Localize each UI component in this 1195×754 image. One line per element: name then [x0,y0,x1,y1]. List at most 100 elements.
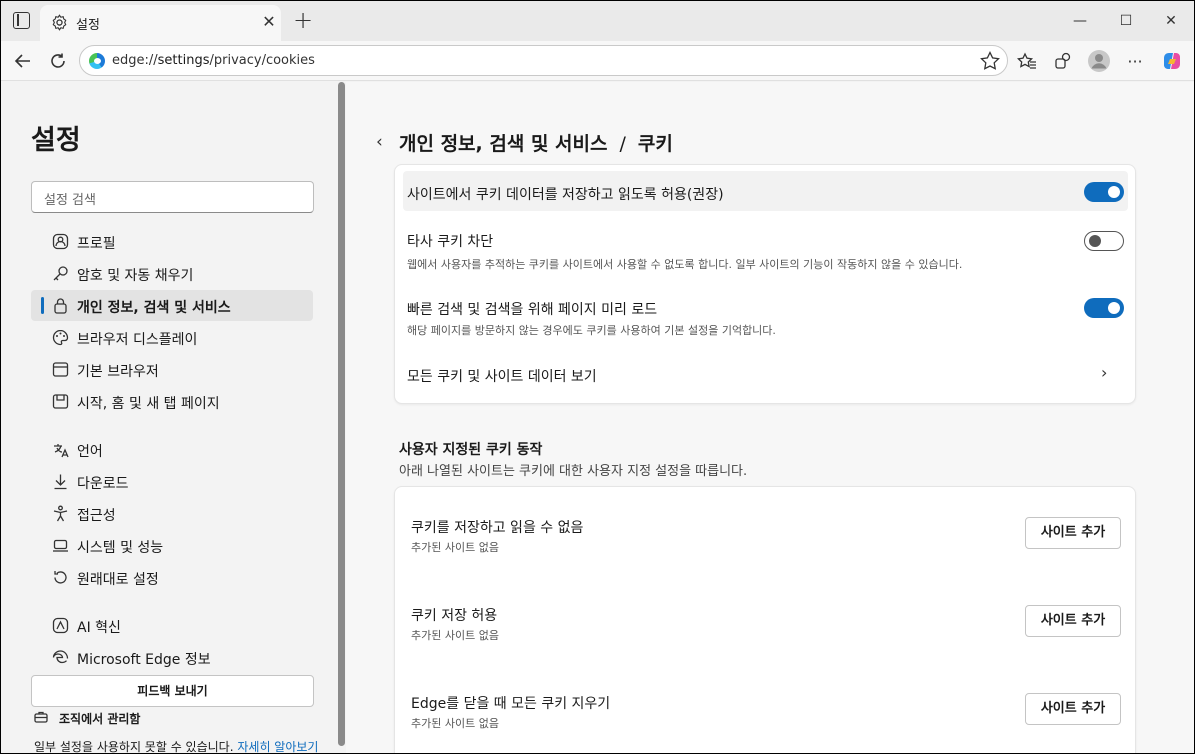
rule-status: 추가된 사이트 없음 [411,629,499,642]
breadcrumb: 개인 정보, 검색 및 서비스 / 쿠키 [399,129,673,156]
sidebar-item-downloads[interactable]: 다운로드 [31,466,313,497]
sidebar-item-label: 언어 [77,444,103,460]
more-options-icon[interactable]: ··· [1121,47,1149,75]
profile-icon [52,233,69,250]
chevron-right-icon[interactable]: › [1101,363,1107,382]
copilot-icon [1164,53,1180,69]
sidebar-item-label: 기본 브라우저 [77,364,159,380]
laptop-icon [53,539,68,552]
edge-icon [89,53,105,69]
navigation-bar: edge://settings/privacy/cookies ··· [1,41,1194,81]
rule-title: 쿠키를 저장하고 읽을 수 없음 [411,520,584,536]
star-icon[interactable] [979,50,1001,72]
refresh-icon [51,53,65,68]
tab-title: 설정 [76,18,100,33]
custom-cookie-card: 쿠키를 저장하고 읽을 수 없음 추가된 사이트 없음 사이트 추가 쿠키 저장… [394,486,1136,753]
edge-icon [52,650,69,664]
sidebar-item-privacy[interactable]: 개인 정보, 검색 및 서비스 [31,290,313,321]
org-managed-note: 일부 설정을 사용하지 못할 수 있습니다. 자세히 알아보기 [34,740,319,753]
rule-title: 쿠키 저장 허용 [411,608,498,624]
palette-icon [52,329,69,346]
section-title: 사용자 지정된 쿠키 동작 [399,442,543,458]
feedback-button[interactable]: 피드백 보내기 [31,675,314,707]
rule-status: 추가된 사이트 없음 [411,541,499,554]
setting-title: 사이트에서 쿠키 데이터를 저장하고 읽도록 허용(권장) [407,187,724,203]
favorites-icon [1017,52,1036,69]
title-bar: 설정 ✕ + — ☐ ✕ [1,1,1194,41]
sidebar-item-languages[interactable]: 언어 [31,434,313,465]
tab-settings[interactable]: 설정 ✕ [40,5,281,41]
language-icon [54,444,69,458]
address-bar[interactable]: edge://settings/privacy/cookies [79,45,1008,76]
settings-sidebar: 설정 설정 검색 프로필 암호 및 자동 채우기 개인 정보, 검색 및 서비스… [6,82,337,753]
sidebar-item-system[interactable]: 시스템 및 성능 [31,530,313,561]
maximize-button[interactable]: ☐ [1111,9,1141,33]
setting-title: 빠른 검색 및 검색을 위해 페이지 미리 로드 [407,302,658,318]
see-all-cookies-link[interactable]: 모든 쿠키 및 사이트 데이터 보기 [407,366,597,386]
setting-description: 웹에서 사용자를 추적하는 쿠키를 사이트에서 사용할 수 없도록 합니다. 일… [407,258,963,271]
sidebar-item-accessibility[interactable]: 접근성 [31,498,313,529]
collections-button[interactable] [1049,47,1077,75]
main-content: ‹ 개인 정보, 검색 및 서비스 / 쿠키 사이트에서 쿠키 데이터를 저장하고 … [346,82,1194,753]
search-input[interactable]: 설정 검색 [31,181,314,213]
sidebar-item-label: 시스템 및 성능 [77,540,164,556]
section-subtitle: 아래 나열된 사이트는 쿠키에 대한 사용자 지정 설정을 따릅니다. [399,464,748,479]
browser-icon [52,362,69,377]
collections-icon [1055,52,1071,69]
tab-close-icon[interactable]: ✕ [259,12,279,32]
sidebar-item-about-edge[interactable]: Microsoft Edge 정보 [31,642,313,673]
add-site-button[interactable]: 사이트 추가 [1025,605,1121,637]
browser-window: 설정 ✕ + — ☐ ✕ edge://settings/privacy/coo… [1,1,1194,753]
lock-icon [54,298,67,314]
copilot-button[interactable] [1158,47,1186,75]
briefcase-icon [34,711,48,723]
refresh-button[interactable] [44,47,72,75]
sidebar-item-start-home[interactable]: 시작, 홈 및 새 탭 페이지 [31,386,313,417]
profile-button[interactable] [1085,47,1113,75]
sidebar-item-reset[interactable]: 원래대로 설정 [31,562,313,593]
org-managed-label: 조직에서 관리함 [59,712,141,726]
back-button[interactable] [9,47,37,75]
learn-more-link[interactable]: 자세히 알아보기 [237,740,318,753]
favorites-button[interactable] [1013,47,1041,75]
sidebar-item-label: 원래대로 설정 [77,572,159,588]
close-window-button[interactable]: ✕ [1156,9,1186,33]
vertical-tabs-icon[interactable] [13,12,30,29]
new-tab-button[interactable]: + [290,8,316,34]
preload-pages-toggle[interactable] [1084,298,1124,318]
rule-status: 추가된 사이트 없음 [411,717,499,730]
breadcrumb-current: 쿠키 [637,133,673,155]
sidebar-scrollbar[interactable] [338,82,345,746]
arrow-left-icon [14,54,30,68]
sidebar-item-appearance[interactable]: 브라우저 디스플레이 [31,322,313,353]
url-text: edge://settings/privacy/cookies [112,53,315,68]
reset-icon [54,571,67,584]
breadcrumb-parent[interactable]: 개인 정보, 검색 및 서비스 [399,133,607,155]
sidebar-item-passwords[interactable]: 암호 및 자동 채우기 [31,258,313,289]
allow-cookies-toggle[interactable] [1084,182,1124,202]
back-chevron-icon[interactable]: ‹ [376,132,383,152]
home-page-icon [52,394,69,409]
setting-description: 해당 페이지를 방문하지 않는 경우에도 쿠키를 사용하여 기본 설정을 기억합… [407,324,776,337]
sidebar-item-label: 개인 정보, 검색 및 서비스 [77,300,231,316]
sidebar-item-label: AI 혁신 [77,620,121,636]
add-site-button[interactable]: 사이트 추가 [1025,693,1121,725]
accessibility-icon [53,505,68,522]
avatar [1088,50,1110,72]
sidebar-item-label: 프로필 [77,236,116,252]
sidebar-item-ai-innovations[interactable]: AI 혁신 [31,610,313,641]
gear-icon [52,14,67,31]
sidebar-item-default-browser[interactable]: 기본 브라우저 [31,354,313,385]
cookie-settings-card: 사이트에서 쿠키 데이터를 저장하고 읽도록 허용(권장) 타사 쿠키 차단 웹… [394,164,1136,404]
page-title: 설정 [31,125,81,156]
sidebar-item-label: 브라우저 디스플레이 [77,332,198,348]
block-third-party-toggle[interactable] [1084,231,1124,251]
key-icon [53,266,68,281]
minimize-button[interactable]: — [1065,9,1095,33]
sidebar-item-label: 시작, 홈 및 새 탭 페이지 [77,396,220,412]
sidebar-item-profile[interactable]: 프로필 [31,226,313,257]
add-site-button[interactable]: 사이트 추가 [1025,517,1121,549]
sidebar-item-label: 암호 및 자동 채우기 [77,268,194,284]
sidebar-item-label: Microsoft Edge 정보 [77,652,211,668]
breadcrumb-separator: / [619,133,626,155]
